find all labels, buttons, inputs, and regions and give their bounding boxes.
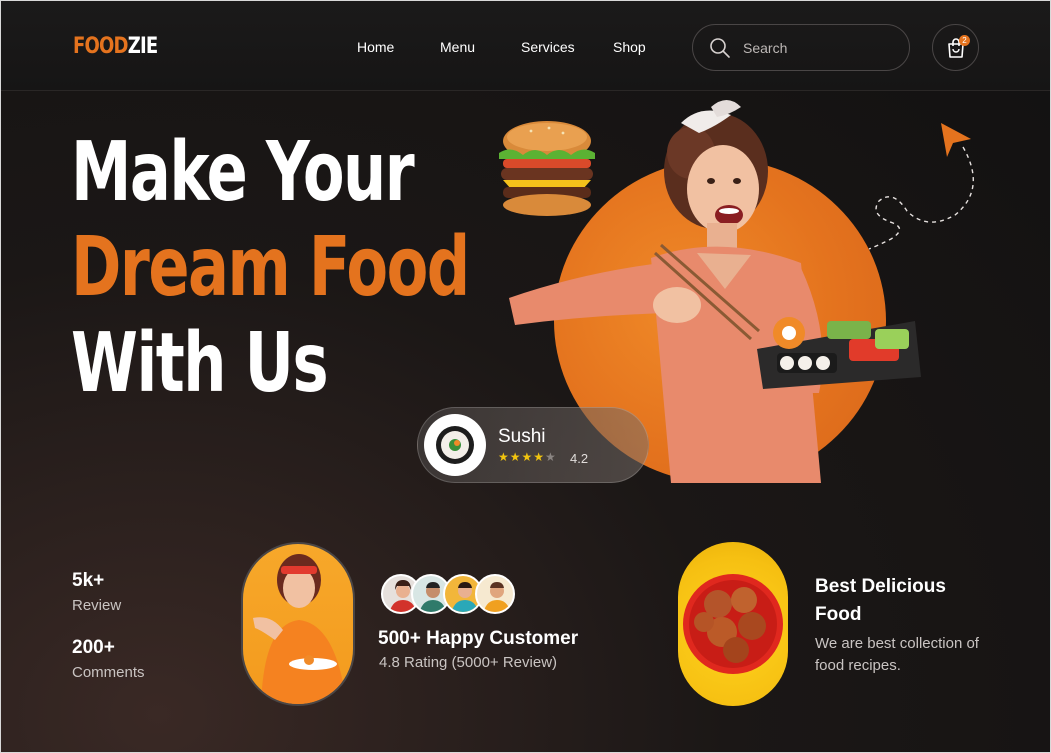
sushi-name: Sushi <box>498 426 546 447</box>
customer-photo-pill <box>241 542 355 706</box>
stat-review-label: Review <box>72 597 122 614</box>
sushi-rating-card[interactable]: Sushi ★★★★★ 4.2 <box>417 407 649 483</box>
search-icon <box>710 38 730 58</box>
feature-title: Best Delicious Food <box>815 576 946 625</box>
cart-button[interactable]: 2 <box>932 24 979 71</box>
stat-comments-label: Comments <box>72 664 145 681</box>
customer-avatar-4 <box>475 574 515 614</box>
feature-description: We are best collection of food recipes. <box>815 635 979 674</box>
happy-customer-title: 500+ Happy Customer <box>378 628 579 649</box>
fried-chicken-pill <box>678 542 788 706</box>
top-navigation-bar: FOODZIE Home Menu Services Shop 2 <box>1 1 1050 91</box>
happy-customer-subtitle: 4.8 Rating (5000+ Review) <box>379 654 558 671</box>
search-input[interactable] <box>743 37 893 59</box>
nav-shop-link[interactable]: Shop <box>613 39 646 55</box>
sushi-rating-value: 4.2 <box>570 451 589 466</box>
woman-pointing-image <box>253 554 347 704</box>
nav-menu-link[interactable]: Menu <box>440 39 475 55</box>
brand-logo[interactable]: FOODZIE <box>73 34 158 59</box>
sushi-roll-icon <box>436 426 474 464</box>
nav-home-link[interactable]: Home <box>357 39 394 55</box>
star-rating-icons: ★★★★★ <box>498 450 557 464</box>
brand-logo-part2: ZIE <box>127 34 158 59</box>
hero-title-line1: Make Your <box>71 125 415 220</box>
hero-title-line2: Dream Food <box>71 220 470 315</box>
brand-logo-part1: FOOD <box>73 34 129 59</box>
stat-comments-value: 200+ <box>72 637 115 658</box>
fried-chicken-image <box>683 574 783 674</box>
paper-plane-icon <box>868 123 974 250</box>
cart-count-badge: 2 <box>959 35 970 46</box>
search-box[interactable] <box>692 24 910 71</box>
hero-title-line3: With Us <box>71 316 329 411</box>
sushi-thumbnail <box>424 414 486 476</box>
nav-services-link[interactable]: Services <box>521 39 575 55</box>
stat-review-value: 5k+ <box>72 570 105 591</box>
landing-page: FOODZIE Home Menu Services Shop 2 Make Y… <box>0 0 1051 753</box>
